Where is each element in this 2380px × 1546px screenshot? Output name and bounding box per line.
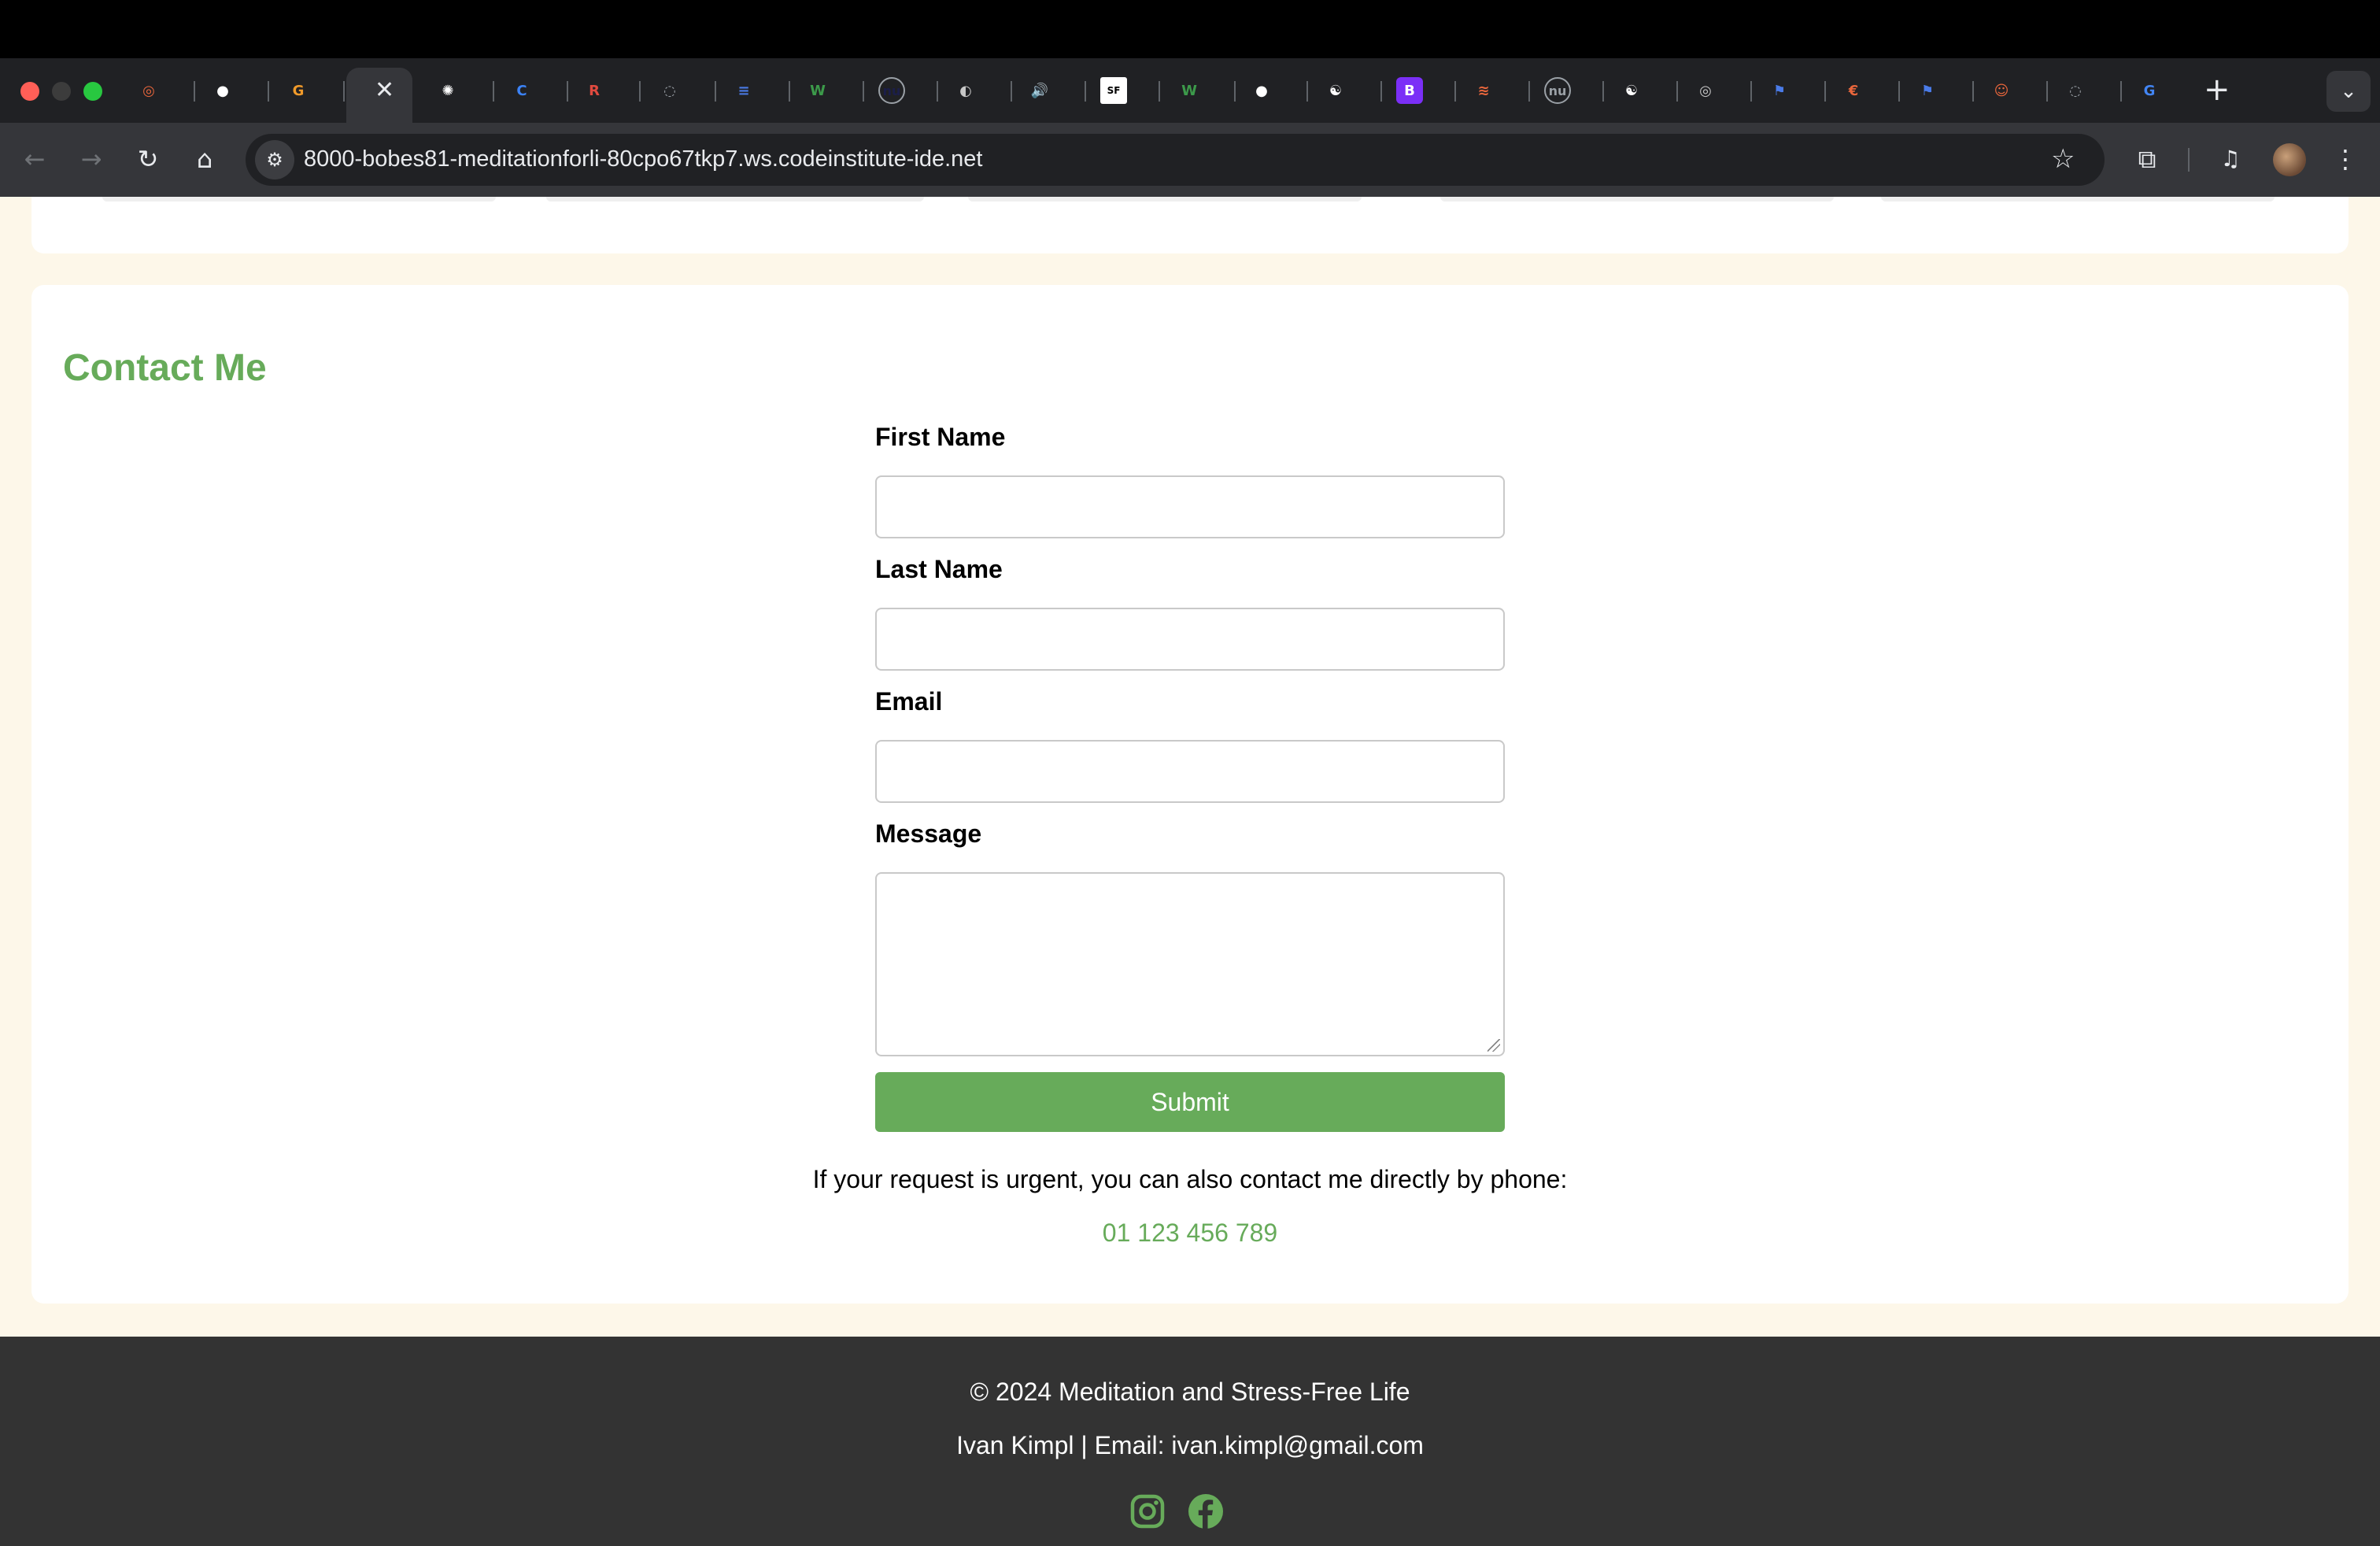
spinner-icon[interactable]: ◌ (656, 77, 683, 104)
urgent-contact-note: If your request is urgent, you can also … (812, 1165, 1568, 1193)
footer-author-email: Ivan Kimpl | Email: ivan.kimpl@gmail.com (956, 1431, 1424, 1459)
section-title: Contact Me (63, 347, 267, 389)
w-logo-icon[interactable]: W (1176, 77, 1203, 104)
previous-card-edge (1440, 197, 1834, 202)
new-tab-button[interactable]: + (2204, 72, 2230, 107)
github-icon[interactable]: ● (209, 77, 236, 104)
message-label: Message (875, 819, 982, 848)
stack-icon[interactable]: ≋ (1470, 77, 1497, 104)
avatar-icon[interactable]: ☯ (1322, 77, 1349, 104)
message-field[interactable] (875, 872, 1505, 1056)
last-name-field[interactable] (875, 608, 1505, 671)
toolbar-divider (2188, 148, 2190, 172)
speaker-icon[interactable]: 🔊 (1026, 77, 1053, 104)
canva-icon[interactable]: C (508, 77, 535, 104)
tab-separator (639, 81, 641, 102)
nu-icon[interactable]: nu (1544, 77, 1571, 104)
site-info-icon[interactable]: ⚙ (255, 140, 294, 179)
textarea-resize-handle[interactable] (1488, 1039, 1500, 1052)
submit-button[interactable]: Submit (875, 1072, 1505, 1132)
r-logo-icon[interactable]: R (581, 77, 608, 104)
bookmark-star-icon[interactable]: ☆ (2051, 142, 2075, 176)
tab-separator (1602, 81, 1604, 102)
phone-link[interactable]: 01 123 456 789 (0, 1217, 2380, 1248)
previous-card-edge (968, 197, 1362, 202)
tab-separator (343, 81, 345, 102)
previous-card-edge (102, 197, 496, 202)
face-icon[interactable]: ☺ (1988, 77, 2015, 104)
list-icon[interactable]: ≡ (730, 77, 757, 104)
close-window-button[interactable] (20, 82, 39, 101)
extensions-icon[interactable]: ⧉ (2130, 142, 2164, 176)
tab-separator (937, 81, 938, 102)
tab-separator (567, 81, 568, 102)
bootstrap-icon[interactable]: B (1396, 77, 1423, 104)
chrome-icon[interactable]: ◎ (1692, 77, 1719, 104)
first-name-field[interactable] (875, 475, 1505, 538)
maximize-window-button[interactable] (83, 82, 102, 101)
spinner-icon[interactable]: ◌ (2062, 77, 2089, 104)
macos-menubar (0, 0, 2380, 58)
tab-close-icon[interactable]: ✕ (375, 77, 394, 104)
tab-separator (194, 81, 195, 102)
first-name-label: First Name (875, 423, 1006, 451)
openai-icon[interactable]: ✺ (434, 77, 461, 104)
tab-separator (1972, 81, 1974, 102)
tab-separator (1085, 81, 1086, 102)
tab-separator (493, 81, 494, 102)
previous-section-card (31, 197, 2349, 253)
tab-search-button[interactable]: ⌄ (2326, 71, 2371, 112)
tab-separator (2046, 81, 2048, 102)
tab-separator (1454, 81, 1456, 102)
code-icon[interactable]: € (1840, 77, 1867, 104)
reload-icon[interactable]: ↻ (131, 142, 165, 176)
minimize-window-button[interactable] (52, 82, 71, 101)
back-icon[interactable]: ← (17, 142, 52, 176)
github-icon[interactable]: ● (1248, 77, 1275, 104)
nu-icon[interactable]: nu (878, 77, 905, 104)
tab-separator (1380, 81, 1382, 102)
tab-separator (715, 81, 716, 102)
tab-separator (1528, 81, 1530, 102)
menu-kebab-icon[interactable]: ⋮ (2328, 142, 2363, 176)
tab-separator (1306, 81, 1308, 102)
email-label: Email (875, 687, 943, 716)
previous-card-edge (1881, 197, 2275, 202)
tab-separator (268, 81, 269, 102)
tab-separator (789, 81, 790, 102)
flag-icon[interactable]: ⚑ (1766, 77, 1793, 104)
tab-separator (863, 81, 864, 102)
forward-icon[interactable]: → (74, 142, 109, 176)
url-text[interactable]: 8000-bobes81-meditationforli-80cpo67tkp7… (304, 145, 982, 173)
previous-card-edge (546, 197, 924, 202)
tab-separator (1011, 81, 1012, 102)
avatar-icon[interactable]: ☯ (1618, 77, 1645, 104)
tab-separator (1676, 81, 1678, 102)
g-logo-icon[interactable]: G (285, 77, 312, 104)
flag-icon[interactable]: ⚑ (1914, 77, 1941, 104)
tab-separator (1234, 81, 1236, 102)
tab-separator (1750, 81, 1752, 102)
facebook-icon[interactable] (1187, 1492, 1225, 1530)
last-name-label: Last Name (875, 555, 1003, 583)
google-icon[interactable]: G (2136, 77, 2163, 104)
globe-icon[interactable]: ◐ (952, 77, 979, 104)
profile-avatar[interactable] (2273, 143, 2306, 176)
instagram-icon[interactable] (1129, 1492, 1166, 1530)
sfi-icon[interactable]: SF (1100, 77, 1127, 104)
tab-separator (1159, 81, 1160, 102)
tab-separator (2120, 81, 2122, 102)
tab-separator (1898, 81, 1900, 102)
email-field[interactable] (875, 740, 1505, 803)
w-logo-icon[interactable]: W (804, 77, 831, 104)
home-icon[interactable]: ⌂ (187, 142, 222, 176)
tab-separator (1824, 81, 1826, 102)
target-icon[interactable]: ◎ (135, 77, 162, 104)
footer-copyright: © 2024 Meditation and Stress-Free Life (970, 1378, 1410, 1406)
media-controls-icon[interactable]: ♫ (2213, 142, 2248, 176)
